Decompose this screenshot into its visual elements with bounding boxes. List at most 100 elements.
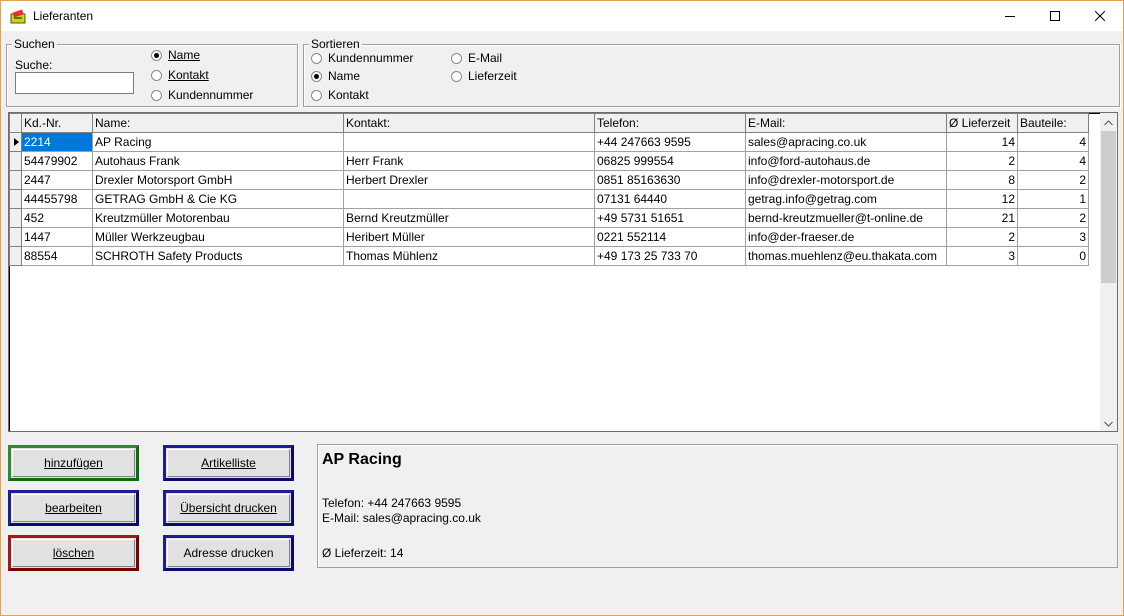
table-cell[interactable]: +49 5731 51651 <box>594 208 746 228</box>
column-header[interactable]: E-Mail: <box>745 113 947 133</box>
table-cell[interactable]: Bernd Kreutzmüller <box>343 208 595 228</box>
table-cell[interactable]: 06825 999554 <box>594 151 746 171</box>
sort-option-customer-number[interactable]: Kundennummer <box>311 51 413 65</box>
table-cell[interactable]: 3 <box>1017 227 1089 247</box>
search-option-contact[interactable]: Kontakt <box>151 68 209 82</box>
table-row[interactable]: 2214 AP Racing +44 247663 9595 sales@apr… <box>9 132 1089 152</box>
close-button[interactable] <box>1077 1 1123 31</box>
table-cell[interactable]: Drexler Motorsport GmbH <box>92 170 344 190</box>
scroll-down-button[interactable] <box>1100 414 1117 431</box>
table-cell[interactable] <box>343 189 595 209</box>
table-cell[interactable]: 1447 <box>21 227 93 247</box>
table-cell[interactable]: 0 <box>1017 246 1089 266</box>
radio-icon <box>451 52 462 64</box>
table-cell[interactable]: 3 <box>946 246 1018 266</box>
radio-icon <box>311 52 322 64</box>
scrollbar-thumb[interactable] <box>1101 131 1116 283</box>
table-cell[interactable]: 2 <box>946 227 1018 247</box>
vertical-scrollbar[interactable] <box>1100 113 1117 431</box>
table-cell[interactable]: 07131 64440 <box>594 189 746 209</box>
sort-option-contact[interactable]: Kontakt <box>311 88 369 102</box>
row-indicator[interactable] <box>9 170 22 190</box>
table-cell[interactable]: Kreutzmüller Motorenbau <box>92 208 344 228</box>
table-cell[interactable]: Herbert Drexler <box>343 170 595 190</box>
table-cell[interactable]: thomas.muehlenz@eu.thakata.com <box>745 246 947 266</box>
sort-option-email[interactable]: E-Mail <box>451 51 502 65</box>
table-cell[interactable]: 1 <box>1017 189 1089 209</box>
sort-option-name[interactable]: Name <box>311 69 360 83</box>
table-cell[interactable]: Heribert Müller <box>343 227 595 247</box>
table-cell[interactable]: Müller Werkzeugbau <box>92 227 344 247</box>
table-row[interactable]: 44455798 GETRAG GmbH & Cie KG 07131 6444… <box>9 189 1089 209</box>
row-indicator[interactable] <box>9 227 22 247</box>
table-cell[interactable]: 4 <box>1017 132 1089 152</box>
delete-button[interactable]: löschen <box>8 535 139 571</box>
table-cell[interactable]: AP Racing <box>92 132 344 152</box>
table-row[interactable]: 1447 Müller Werkzeugbau Heribert Müller … <box>9 227 1089 247</box>
row-indicator[interactable] <box>9 132 22 152</box>
scroll-up-button[interactable] <box>1100 113 1117 130</box>
table-cell[interactable]: info@drexler-motorsport.de <box>745 170 947 190</box>
table-cell[interactable]: 88554 <box>21 246 93 266</box>
print-address-button[interactable]: Adresse drucken <box>163 535 294 571</box>
table-cell[interactable]: 0851 85163630 <box>594 170 746 190</box>
table-cell[interactable]: 2 <box>1017 208 1089 228</box>
table-cell[interactable]: info@ford-autohaus.de <box>745 151 947 171</box>
table-cell[interactable]: Autohaus Frank <box>92 151 344 171</box>
row-indicator-header <box>9 113 22 133</box>
table-cell[interactable]: SCHROTH Safety Products <box>92 246 344 266</box>
title-bar[interactable]: Lieferanten <box>1 1 1123 31</box>
table-row[interactable]: 54479902 Autohaus Frank Herr Frank 06825… <box>9 151 1089 171</box>
table-cell[interactable]: 2 <box>946 151 1018 171</box>
row-indicator[interactable] <box>9 208 22 228</box>
table-cell[interactable]: 44455798 <box>21 189 93 209</box>
table-cell[interactable] <box>343 132 595 152</box>
table-cell[interactable]: 14 <box>946 132 1018 152</box>
minimize-button[interactable] <box>987 1 1033 31</box>
add-button[interactable]: hinzufügen <box>8 445 139 481</box>
table-cell[interactable]: 21 <box>946 208 1018 228</box>
chevron-up-icon <box>1104 115 1113 129</box>
table-cell[interactable]: +44 247663 9595 <box>594 132 746 152</box>
row-indicator[interactable] <box>9 246 22 266</box>
table-cell[interactable]: info@der-fraeser.de <box>745 227 947 247</box>
table-cell[interactable]: 452 <box>21 208 93 228</box>
maximize-button[interactable] <box>1032 1 1078 31</box>
row-indicator[interactable] <box>9 189 22 209</box>
table-row[interactable]: 88554 SCHROTH Safety Products Thomas Müh… <box>9 246 1089 266</box>
detail-delivery-value: 14 <box>390 546 404 560</box>
sort-option-delivery-time[interactable]: Lieferzeit <box>451 69 517 83</box>
column-header[interactable]: Kd.-Nr. <box>21 113 93 133</box>
detail-email: E-Mail: sales@apracing.co.uk <box>322 511 481 525</box>
article-list-button[interactable]: Artikelliste <box>163 445 294 481</box>
table-cell[interactable]: 2447 <box>21 170 93 190</box>
column-header[interactable]: Telefon: <box>594 113 746 133</box>
table-cell[interactable]: 0221 552114 <box>594 227 746 247</box>
table-row[interactable]: 452 Kreutzmüller Motorenbau Bernd Kreutz… <box>9 208 1089 228</box>
row-indicator[interactable] <box>9 151 22 171</box>
table-row[interactable]: 2447 Drexler Motorsport GmbH Herbert Dre… <box>9 170 1089 190</box>
column-header[interactable]: Bauteile: <box>1017 113 1089 133</box>
table-cell[interactable]: +49 173 25 733 70 <box>594 246 746 266</box>
column-header[interactable]: Kontakt: <box>343 113 595 133</box>
search-option-customer-number[interactable]: Kundennummer <box>151 88 253 102</box>
print-overview-button[interactable]: Übersicht drucken <box>163 490 294 526</box>
table-cell[interactable]: 2 <box>1017 170 1089 190</box>
table-cell[interactable]: 54479902 <box>21 151 93 171</box>
table-cell[interactable]: 2214 <box>21 132 93 152</box>
table-cell[interactable]: 4 <box>1017 151 1089 171</box>
column-header[interactable]: Ø Lieferzeit <box>946 113 1018 133</box>
search-option-name[interactable]: Name <box>151 48 200 62</box>
table-cell[interactable]: GETRAG GmbH & Cie KG <box>92 189 344 209</box>
edit-button[interactable]: bearbeiten <box>8 490 139 526</box>
table-cell[interactable]: 12 <box>946 189 1018 209</box>
table-cell[interactable]: sales@apracing.co.uk <box>745 132 947 152</box>
column-header[interactable]: Name: <box>92 113 344 133</box>
table-cell[interactable]: Thomas Mühlenz <box>343 246 595 266</box>
search-input[interactable] <box>15 72 134 94</box>
table-cell[interactable]: bernd-kreutzmueller@t-online.de <box>745 208 947 228</box>
table-cell[interactable]: getrag.info@getrag.com <box>745 189 947 209</box>
table-cell[interactable]: Herr Frank <box>343 151 595 171</box>
table-cell[interactable]: 8 <box>946 170 1018 190</box>
supplier-grid[interactable]: Kd.-Nr. Name: Kontakt: Telefon: E-Mail: … <box>8 112 1118 432</box>
